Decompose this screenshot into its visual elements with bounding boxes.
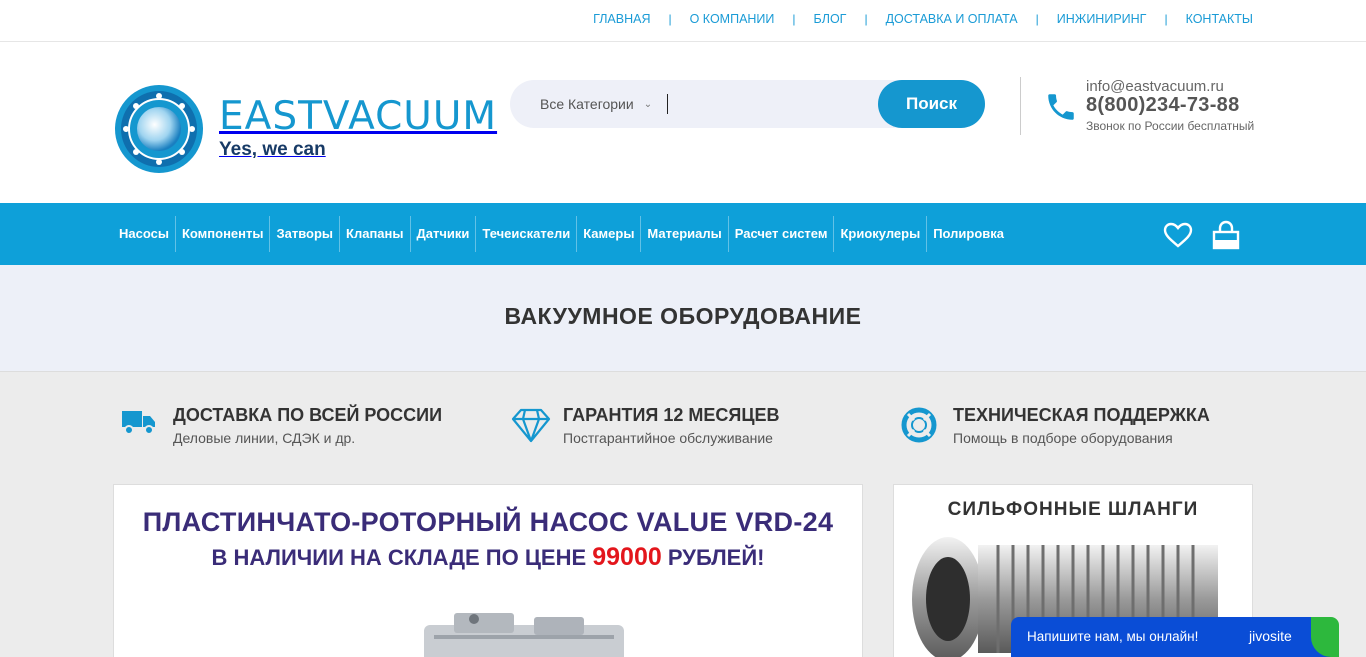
top-navigation: ГЛАВНАЯ | О КОМПАНИИ | БЛОГ | ДОСТАВКА И… xyxy=(593,12,1253,26)
topnav-separator: | xyxy=(1164,12,1168,26)
contact-note: Звонок по России бесплатный xyxy=(1086,119,1255,133)
category-item-sensors[interactable]: Датчики xyxy=(411,216,477,252)
banner-subheadline: В НАЛИЧИИ НА СКЛАДЕ ПО ЦЕНЕ 99000 РУБЛЕЙ… xyxy=(114,543,862,572)
search-button[interactable]: Поиск xyxy=(878,80,985,128)
top-bar: ГЛАВНАЯ | О КОМПАНИИ | БЛОГ | ДОСТАВКА И… xyxy=(0,0,1366,42)
heart-icon[interactable] xyxy=(1163,222,1193,248)
topnav-link-delivery[interactable]: ДОСТАВКА И ОПЛАТА xyxy=(886,12,1018,26)
category-item-valves-gate[interactable]: Затворы xyxy=(270,216,341,252)
feature-support: ТЕХНИЧЕСКАЯ ПОДДЕРЖКА Помощь в подборе о… xyxy=(901,405,1210,446)
category-item-cryocoolers[interactable]: Криокулеры xyxy=(834,216,928,252)
truck-icon xyxy=(122,411,155,435)
site-header: EASTVACUUM Yes, we can Все Категории ⌄ П… xyxy=(0,42,1366,203)
site-logo[interactable]: EASTVACUUM Yes, we can xyxy=(113,83,497,175)
phone-icon xyxy=(1048,94,1074,120)
feature-subtitle: Помощь в подборе оборудования xyxy=(953,430,1173,446)
search-input[interactable] xyxy=(672,90,872,118)
feature-delivery: ДОСТАВКА ПО ВСЕЙ РОССИИ Деловые линии, С… xyxy=(122,405,443,446)
vacuum-pump-image xyxy=(424,613,624,657)
category-item-pumps[interactable]: Насосы xyxy=(113,216,176,252)
contact-email[interactable]: info@eastvacuum.ru xyxy=(1086,78,1224,95)
category-menu: Насосы Компоненты Затворы Клапаны Датчик… xyxy=(113,203,1010,265)
flange-logo-icon xyxy=(115,85,203,173)
diamond-icon xyxy=(511,408,551,443)
feature-subtitle: Постгарантийное обслуживание xyxy=(563,430,773,446)
banner-price: 99000 xyxy=(592,543,662,571)
promo-banner-pump[interactable]: ПЛАСТИНЧАТО-РОТОРНЫЙ НАСОС VALUE VRD-24 … xyxy=(113,484,863,657)
header-divider xyxy=(1020,77,1021,135)
side-banner-title: СИЛЬФОННЫЕ ШЛАНГИ xyxy=(947,499,1199,520)
topnav-link-home[interactable]: ГЛАВНАЯ xyxy=(593,12,650,26)
feature-title: ТЕХНИЧЕСКАЯ ПОДДЕРЖКА xyxy=(953,405,1210,425)
category-item-components[interactable]: Компоненты xyxy=(176,216,271,252)
chat-widget-text: Напишите нам, мы онлайн! xyxy=(1027,629,1199,644)
chevron-down-icon: ⌄ xyxy=(643,98,653,110)
topnav-separator: | xyxy=(792,12,796,26)
brand-name: EASTVACUUM xyxy=(219,94,498,139)
shopping-bag-icon[interactable] xyxy=(1211,220,1241,250)
category-item-polishing[interactable]: Полировка xyxy=(927,216,1010,252)
banner-subheadline-pre: В НАЛИЧИИ НА СКЛАДЕ ПО ЦЕНЕ xyxy=(211,545,593,570)
category-item-chambers[interactable]: Камеры xyxy=(577,216,642,252)
category-select-value: Все Категории xyxy=(540,96,634,112)
topnav-link-about[interactable]: О КОМПАНИИ xyxy=(690,12,775,26)
topnav-separator: | xyxy=(1035,12,1039,26)
banner-headline: ПЛАСТИНЧАТО-РОТОРНЫЙ НАСОС VALUE VRD-24 xyxy=(142,507,834,537)
brand-text: EASTVACUUM Yes, we can xyxy=(219,97,497,161)
feature-warranty: ГАРАНТИЯ 12 МЕСЯЦЕВ Постгарантийное обсл… xyxy=(511,405,780,446)
page-title: ВАКУУМНОЕ ОБОРУДОВАНИЕ xyxy=(504,303,862,329)
feature-title: ДОСТАВКА ПО ВСЕЙ РОССИИ xyxy=(173,405,443,425)
contact-phone[interactable]: 8(800)234-73-88 xyxy=(1086,94,1240,117)
category-select[interactable]: Все Категории ⌄ xyxy=(540,96,652,112)
feature-title: ГАРАНТИЯ 12 МЕСЯЦЕВ xyxy=(563,405,780,425)
topnav-link-engineering[interactable]: ИНЖИНИРИНГ xyxy=(1057,12,1147,26)
brand-tagline: Yes, we can xyxy=(219,139,326,160)
lifebuoy-icon xyxy=(901,407,937,443)
chat-widget[interactable]: Напишите нам, мы онлайн! jivosite xyxy=(1011,617,1339,657)
category-item-leak-detectors[interactable]: Течеискатели xyxy=(476,216,578,252)
topnav-link-contacts[interactable]: КОНТАКТЫ xyxy=(1186,12,1253,26)
chat-widget-brand: jivosite xyxy=(1249,628,1292,644)
topnav-separator: | xyxy=(668,12,672,26)
search-bar: Все Категории ⌄ Поиск xyxy=(510,80,985,128)
hero-section: ВАКУУМНОЕ ОБОРУДОВАНИЕ xyxy=(0,265,1366,372)
chat-status-indicator xyxy=(1311,617,1339,657)
feature-subtitle: Деловые линии, СДЭК и др. xyxy=(173,430,356,446)
category-item-system-calc[interactable]: Расчет систем xyxy=(729,216,835,252)
topnav-link-blog[interactable]: БЛОГ xyxy=(814,12,847,26)
topnav-separator: | xyxy=(864,12,868,26)
search-caret xyxy=(667,94,668,114)
category-bar: Насосы Компоненты Затворы Клапаны Датчик… xyxy=(0,203,1366,265)
banner-subheadline-post: РУБЛЕЙ! xyxy=(661,545,765,570)
category-item-valves[interactable]: Клапаны xyxy=(340,216,411,252)
category-item-materials[interactable]: Материалы xyxy=(641,216,729,252)
